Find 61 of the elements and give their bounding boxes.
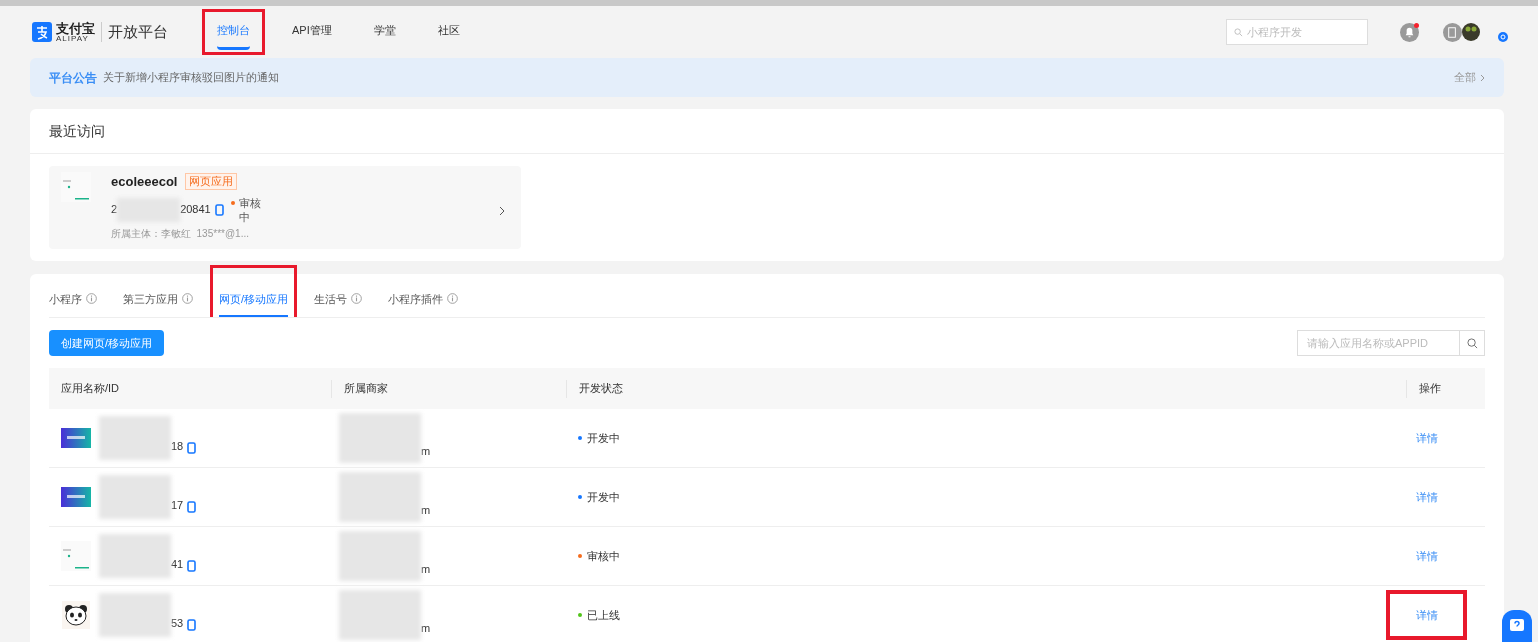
app-id: 41	[171, 556, 184, 572]
app-type-tag: 网页应用	[184, 173, 237, 191]
app-id: 2	[111, 202, 118, 218]
settings-icon[interactable]	[1498, 32, 1508, 42]
column-header: 操作	[1419, 381, 1441, 397]
status-text: 开发中	[587, 489, 620, 505]
section-title: 最近访问	[49, 121, 105, 141]
copy-icon[interactable]	[187, 442, 198, 454]
logo-text: 支付宝	[56, 21, 95, 35]
column-header: 所属商家	[344, 381, 388, 397]
nav-link[interactable]: 控制台	[217, 14, 250, 50]
merchant-text: m	[421, 620, 431, 636]
merchant-text: m	[421, 443, 431, 459]
tab[interactable]: 生活号	[314, 290, 363, 317]
status-text: 审核中	[238, 195, 262, 224]
recent-app-card[interactable]: ecoleeecol 网页应用 2 20841 审核中 所属主体：李敏红 135***@1...	[49, 166, 521, 249]
help-button[interactable]	[1502, 610, 1532, 642]
owner-text: 所属主体：李敏红 135***@1...	[111, 226, 250, 241]
status-text: 开发中	[587, 430, 620, 446]
nav-link[interactable]: 社区	[437, 14, 460, 50]
help-icon	[1510, 619, 1524, 633]
avatar-icon[interactable]	[1462, 23, 1480, 41]
details-link[interactable]: 详情	[1415, 488, 1438, 506]
merchant-text: m	[421, 502, 431, 518]
copy-icon[interactable]	[187, 501, 198, 513]
details-link[interactable]: 详情	[1415, 547, 1438, 565]
app-id: 53	[171, 615, 184, 631]
tab[interactable]: 小程序插件	[388, 290, 459, 317]
copy-icon[interactable]	[214, 203, 225, 216]
search-icon	[1466, 337, 1478, 349]
create-app-button[interactable]: 创建网页/移动应用	[49, 330, 165, 356]
status-text: 审核中	[587, 548, 620, 564]
app-id: 20841	[180, 202, 211, 218]
column-header: 应用名称/ID	[61, 381, 120, 397]
app-search-field[interactable]: 请输入应用名称或APPID	[1297, 330, 1460, 356]
tab[interactable]: 网页/移动应用	[219, 290, 289, 317]
tab[interactable]: 小程序	[49, 290, 97, 317]
search-field[interactable]: 小程序开发	[1226, 19, 1368, 45]
details-link[interactable]: 详情	[1415, 606, 1438, 624]
copy-icon[interactable]	[187, 560, 198, 572]
logo-subtext: ALIPAY	[56, 34, 89, 43]
platform-title: 开放平台	[108, 21, 168, 42]
nav-link[interactable]: API管理	[292, 14, 332, 50]
chevron-right-icon	[499, 205, 505, 216]
copy-icon[interactable]	[187, 619, 198, 631]
notice-title: 平台公告	[49, 69, 97, 87]
app-id: 18	[171, 438, 184, 454]
column-header: 开发状态	[579, 381, 623, 397]
app-name: ecoleeecol	[111, 173, 178, 191]
logo-icon	[32, 22, 52, 42]
search-icon	[1234, 28, 1243, 37]
search-button[interactable]	[1460, 330, 1485, 356]
status-text: 已上线	[587, 607, 620, 623]
details-link[interactable]: 详情	[1415, 429, 1438, 447]
app-id: 17	[171, 497, 184, 513]
tab[interactable]: 第三方应用	[123, 290, 193, 317]
merchant-text: m	[421, 561, 431, 577]
notice-text[interactable]: 关于新增小程序审核驳回图片的通知	[103, 69, 279, 86]
chevron-right-icon	[1480, 73, 1485, 82]
nav-link[interactable]: 学堂	[373, 14, 396, 50]
bell-icon[interactable]	[1400, 22, 1419, 42]
